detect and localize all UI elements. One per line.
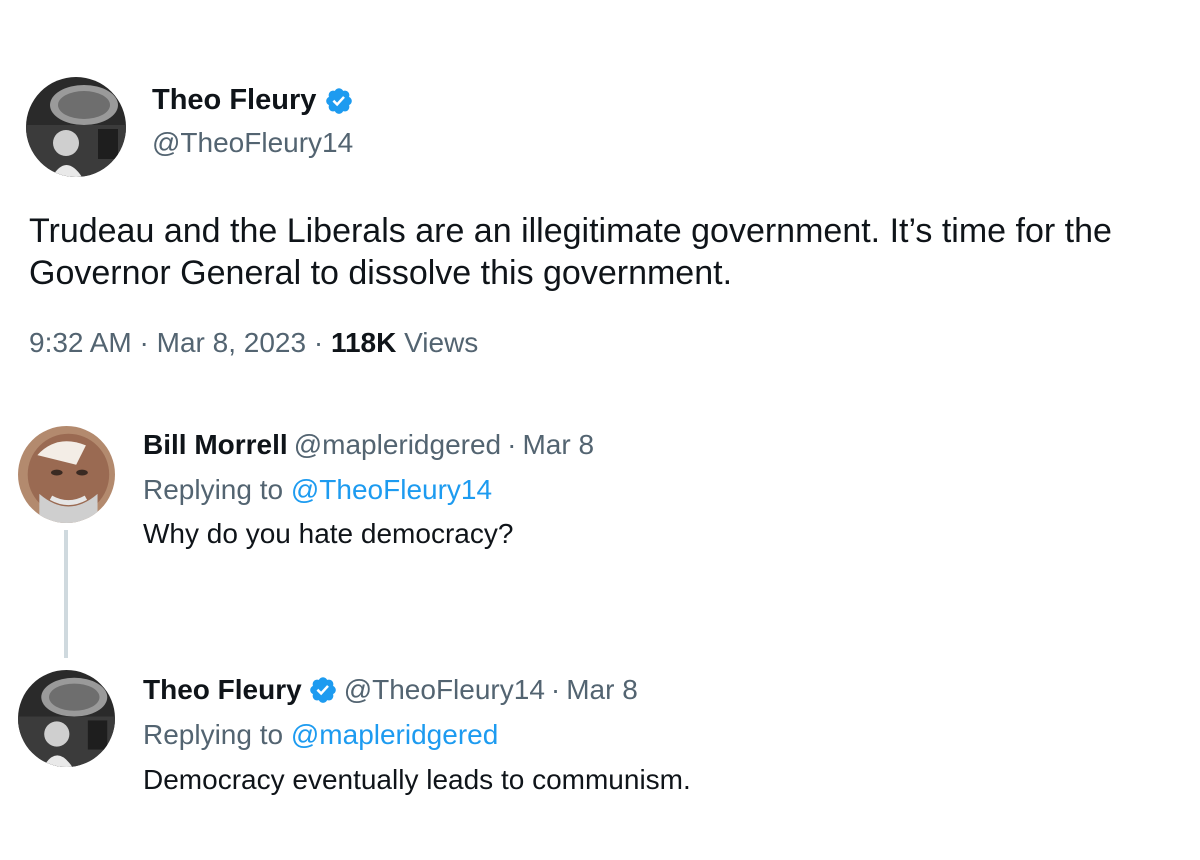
- tweet-meta: 9:32 AM · Mar 8, 2023 · 118K Views: [29, 327, 478, 359]
- reply-text: Democracy eventually leads to communism.: [143, 764, 691, 795]
- views-count[interactable]: 118K: [331, 327, 396, 358]
- thread-line: [64, 530, 68, 658]
- verified-badge-icon: [324, 86, 354, 116]
- reply-header: Bill Morrell @mapleridgered · Mar 8: [143, 429, 594, 461]
- tweet-time[interactable]: 9:32 AM: [29, 327, 132, 358]
- avatar[interactable]: [26, 77, 126, 177]
- avatar-theo-fleury-icon: [18, 670, 115, 767]
- tweet-text: Trudeau and the Liberals are an illegiti…: [29, 212, 1112, 292]
- reply-date[interactable]: Mar 8: [522, 429, 594, 461]
- replying-to: Replying to @mapleridgered: [143, 719, 498, 751]
- meta-separator: ·: [139, 327, 149, 358]
- views-label: Views: [404, 327, 479, 358]
- avatar-theo-fleury-icon: [26, 77, 126, 177]
- avatar-bill-morrell-icon: [18, 426, 115, 523]
- reply-author-handle[interactable]: @mapleridgered: [294, 429, 501, 461]
- replying-mention-link[interactable]: @TheoFleury14: [291, 474, 492, 505]
- avatar[interactable]: [18, 426, 115, 523]
- author-name-text[interactable]: Theo Fleury: [152, 84, 316, 117]
- reply-date[interactable]: Mar 8: [566, 674, 638, 706]
- reply-author-handle[interactable]: @TheoFleury14: [344, 674, 545, 706]
- reply-author-name[interactable]: Theo Fleury: [143, 674, 302, 706]
- replying-prefix: Replying to: [143, 719, 284, 750]
- meta-separator: ·: [313, 327, 324, 358]
- author-name[interactable]: Theo Fleury: [152, 84, 354, 117]
- reply-author-name[interactable]: Bill Morrell: [143, 429, 288, 461]
- avatar[interactable]: [18, 670, 115, 767]
- reply-header: Theo Fleury @TheoFleury14 · Mar 8: [143, 674, 638, 706]
- replying-to: Replying to @TheoFleury14: [143, 474, 492, 506]
- tweet-date[interactable]: Mar 8, 2023: [157, 327, 306, 358]
- author-handle[interactable]: @TheoFleury14: [152, 127, 353, 159]
- replying-mention-link[interactable]: @mapleridgered: [291, 719, 498, 750]
- meta-separator: ·: [507, 429, 517, 460]
- verified-badge-icon: [308, 675, 338, 705]
- meta-separator: ·: [550, 674, 561, 705]
- replying-prefix: Replying to: [143, 474, 284, 505]
- reply-text: Why do you hate democracy?: [143, 518, 514, 549]
